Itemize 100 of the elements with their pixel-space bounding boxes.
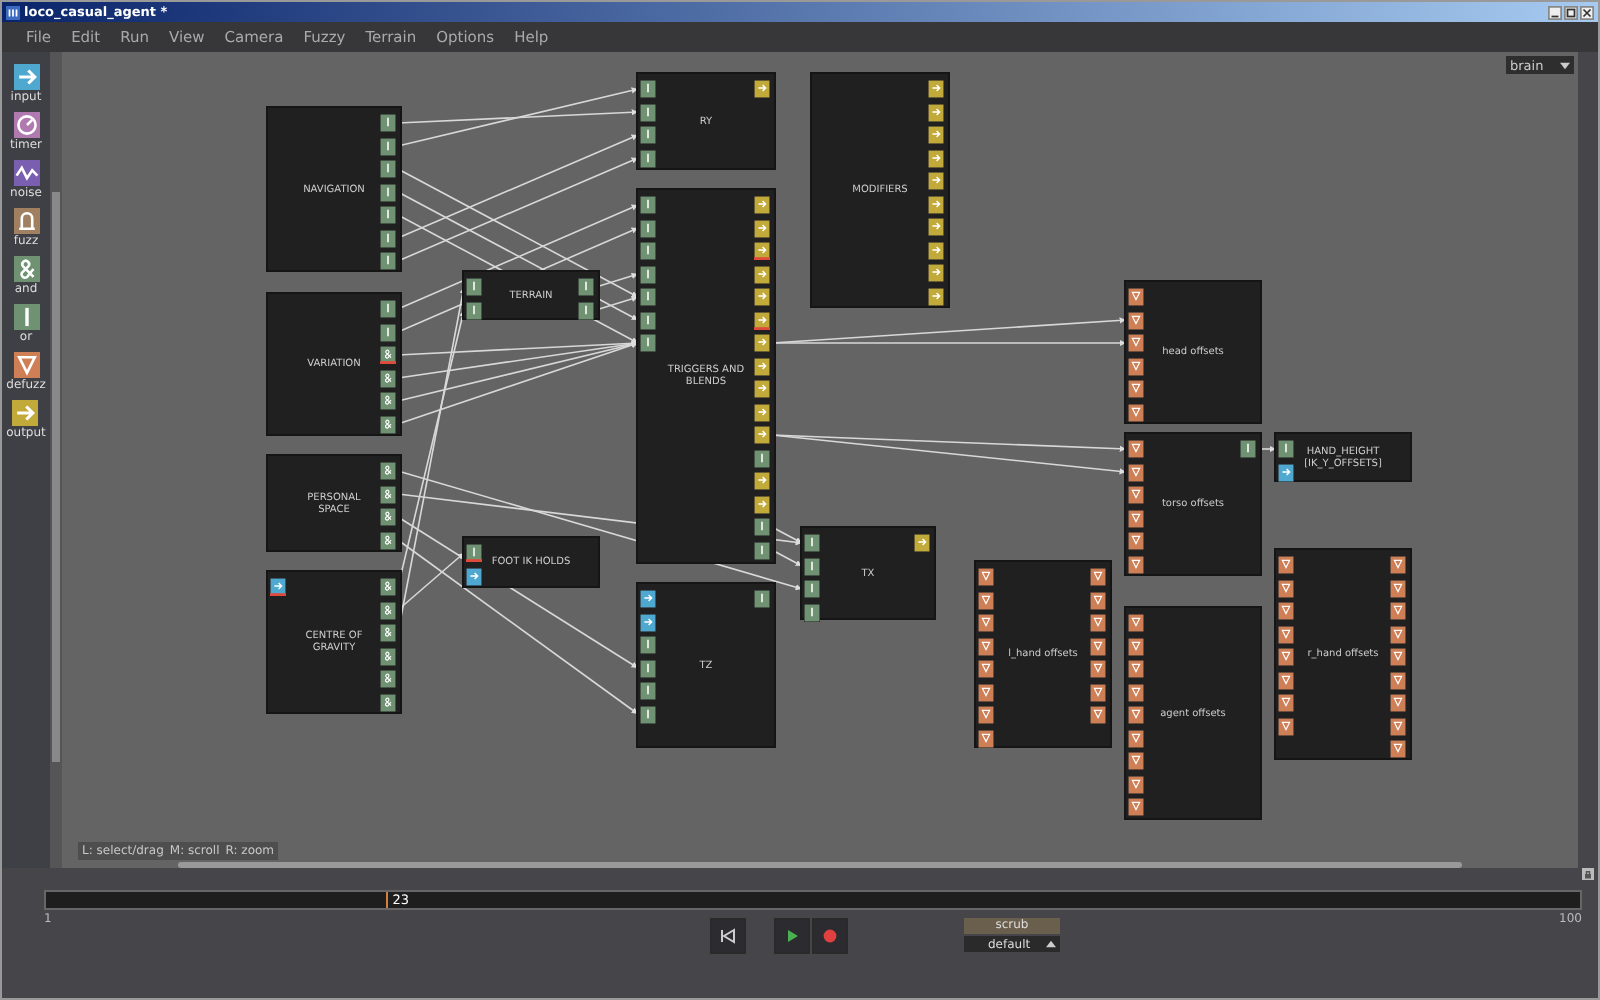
defuzz-port[interactable] bbox=[978, 660, 994, 678]
output-port[interactable] bbox=[928, 126, 944, 144]
or-port[interactable] bbox=[466, 278, 482, 296]
or-port[interactable] bbox=[380, 183, 396, 201]
defuzz-port[interactable] bbox=[1390, 625, 1406, 643]
output-port[interactable] bbox=[754, 80, 770, 98]
defuzz-port[interactable] bbox=[1128, 334, 1144, 352]
output-port[interactable] bbox=[754, 219, 770, 237]
and-port[interactable] bbox=[380, 508, 396, 526]
and-port[interactable] bbox=[380, 670, 396, 688]
or-port[interactable] bbox=[1240, 440, 1256, 458]
input-port[interactable] bbox=[640, 613, 656, 631]
output-port[interactable] bbox=[754, 288, 770, 306]
defuzz-port[interactable] bbox=[1128, 288, 1144, 306]
and-port[interactable] bbox=[380, 693, 396, 711]
defuzz-port[interactable] bbox=[1128, 775, 1144, 793]
rewind-button[interactable] bbox=[710, 918, 746, 954]
vertical-scrollbar[interactable] bbox=[50, 52, 62, 868]
or-port[interactable] bbox=[640, 242, 656, 260]
maximize-icon[interactable] bbox=[1564, 5, 1578, 19]
and-port[interactable] bbox=[380, 392, 396, 410]
arrow-icon[interactable] bbox=[12, 400, 39, 426]
defuzz-port[interactable] bbox=[1128, 463, 1144, 481]
or-port[interactable] bbox=[804, 557, 820, 575]
output-port[interactable] bbox=[754, 242, 770, 260]
and-port[interactable] bbox=[380, 369, 396, 387]
and-port[interactable] bbox=[380, 531, 396, 549]
or-port[interactable] bbox=[578, 301, 594, 319]
horizontal-scrollbar[interactable] bbox=[178, 862, 1462, 868]
or-port[interactable] bbox=[380, 137, 396, 155]
defuzz-port[interactable] bbox=[1278, 717, 1294, 735]
defuzz-port[interactable] bbox=[1390, 717, 1406, 735]
output-port[interactable] bbox=[754, 403, 770, 421]
or-port[interactable] bbox=[754, 541, 770, 559]
defuzz-port[interactable] bbox=[1090, 591, 1106, 609]
dial-icon[interactable] bbox=[13, 112, 39, 138]
or-port[interactable] bbox=[640, 126, 656, 144]
or-port[interactable] bbox=[754, 590, 770, 608]
or-port[interactable] bbox=[640, 659, 656, 677]
triangle-icon[interactable] bbox=[13, 352, 39, 378]
and-port[interactable] bbox=[380, 647, 396, 665]
output-port[interactable] bbox=[754, 426, 770, 444]
defuzz-port[interactable] bbox=[1278, 694, 1294, 712]
graph-canvas[interactable] bbox=[62, 52, 1578, 868]
output-port[interactable] bbox=[928, 149, 944, 167]
defuzz-port[interactable] bbox=[1278, 648, 1294, 666]
input-port[interactable] bbox=[466, 567, 482, 585]
output-port[interactable] bbox=[928, 195, 944, 213]
defuzz-port[interactable] bbox=[1390, 579, 1406, 597]
defuzz-port[interactable] bbox=[1128, 357, 1144, 375]
or-port[interactable] bbox=[640, 219, 656, 237]
timeline-playhead[interactable] bbox=[386, 892, 389, 908]
defuzz-port[interactable] bbox=[978, 568, 994, 586]
or-port[interactable] bbox=[380, 323, 396, 341]
defuzz-port[interactable] bbox=[1128, 532, 1144, 550]
or-port[interactable] bbox=[380, 300, 396, 318]
defuzz-port[interactable] bbox=[1090, 614, 1106, 632]
defuzz-port[interactable] bbox=[978, 591, 994, 609]
minimize-icon[interactable] bbox=[1548, 5, 1562, 19]
output-port[interactable] bbox=[754, 380, 770, 398]
and-port[interactable] bbox=[380, 462, 396, 480]
close-icon[interactable] bbox=[1580, 5, 1594, 19]
defuzz-port[interactable] bbox=[1128, 555, 1144, 573]
output-port[interactable] bbox=[754, 357, 770, 375]
or-port[interactable] bbox=[754, 518, 770, 536]
input-port[interactable] bbox=[640, 590, 656, 608]
defuzz-port[interactable] bbox=[1278, 602, 1294, 620]
output-port[interactable] bbox=[754, 265, 770, 283]
defuzz-port[interactable] bbox=[1390, 694, 1406, 712]
defuzz-port[interactable] bbox=[978, 683, 994, 701]
defuzz-port[interactable] bbox=[1090, 568, 1106, 586]
bell-icon[interactable] bbox=[13, 208, 39, 234]
or-port[interactable] bbox=[804, 534, 820, 552]
defuzz-port[interactable] bbox=[1128, 486, 1144, 504]
defuzz-port[interactable] bbox=[1128, 660, 1144, 678]
output-port[interactable] bbox=[928, 218, 944, 236]
or-port[interactable] bbox=[640, 265, 656, 283]
or-port[interactable] bbox=[466, 544, 482, 562]
defuzz-port[interactable] bbox=[1090, 660, 1106, 678]
or-port[interactable] bbox=[380, 114, 396, 132]
defuzz-port[interactable] bbox=[1128, 509, 1144, 527]
or-port[interactable] bbox=[640, 705, 656, 723]
lock-icon[interactable] bbox=[1582, 868, 1594, 880]
output-port[interactable] bbox=[754, 196, 770, 214]
or-port[interactable] bbox=[640, 80, 656, 98]
record-button[interactable] bbox=[812, 918, 848, 954]
and-port[interactable] bbox=[380, 601, 396, 619]
or-port[interactable] bbox=[1278, 440, 1294, 458]
output-port[interactable] bbox=[754, 334, 770, 352]
or-port[interactable] bbox=[804, 580, 820, 598]
input-port[interactable] bbox=[270, 578, 286, 596]
play-button[interactable] bbox=[774, 918, 810, 954]
defuzz-port[interactable] bbox=[1278, 556, 1294, 574]
or-port[interactable] bbox=[640, 288, 656, 306]
output-port[interactable] bbox=[928, 80, 944, 98]
defuzz-port[interactable] bbox=[1128, 311, 1144, 329]
defuzz-port[interactable] bbox=[1128, 403, 1144, 421]
or-port[interactable] bbox=[754, 449, 770, 467]
output-port[interactable] bbox=[928, 287, 944, 305]
or-port[interactable] bbox=[640, 334, 656, 352]
